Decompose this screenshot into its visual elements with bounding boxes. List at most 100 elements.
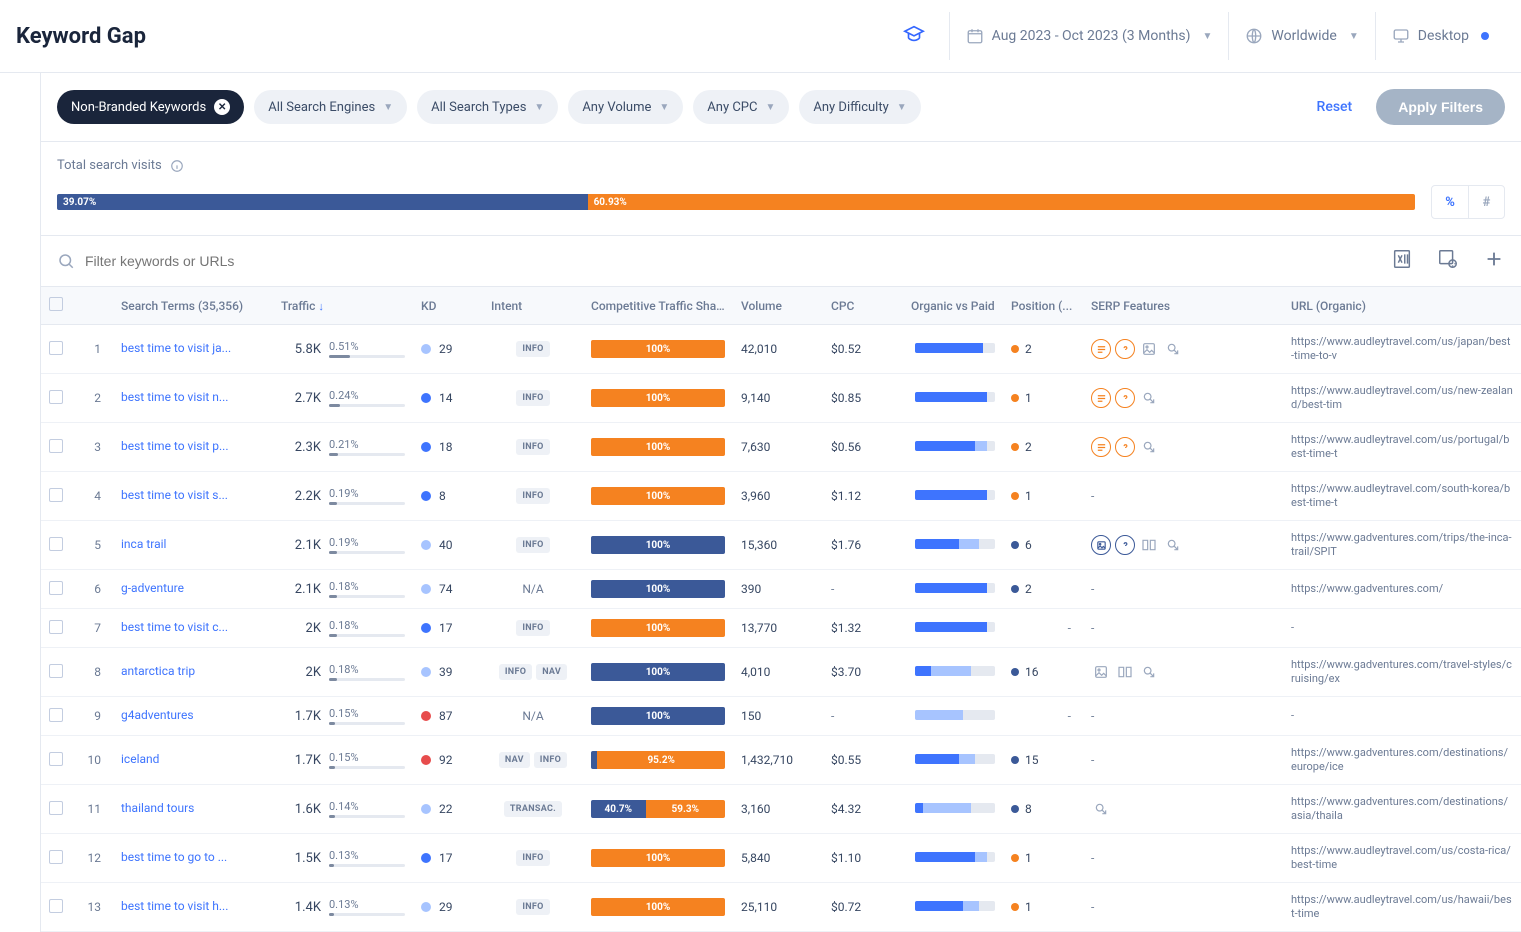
row-checkbox[interactable] xyxy=(49,708,63,722)
position-dot xyxy=(1011,541,1019,549)
ovp-bar xyxy=(915,392,995,402)
traffic-header[interactable]: Traffic ↓ xyxy=(273,287,413,325)
keyword-link[interactable]: best time to visit n... xyxy=(121,390,228,404)
keyword-search-input[interactable] xyxy=(85,253,405,269)
chevron-down-icon: ▼ xyxy=(1202,31,1212,42)
traffic-value: 1.5K xyxy=(281,851,321,866)
keyword-link[interactable]: best time to go to ... xyxy=(121,850,227,864)
filter-chip[interactable]: Non-Branded Keywords✕ xyxy=(57,90,244,124)
row-checkbox[interactable] xyxy=(49,341,63,355)
keyword-link[interactable]: antarctica trip xyxy=(121,664,195,678)
traffic-value: 2.1K xyxy=(281,538,321,553)
row-checkbox[interactable] xyxy=(49,620,63,634)
cts-bar: 100% xyxy=(591,663,725,681)
intent-header[interactable]: Intent xyxy=(483,287,583,325)
keyword-link[interactable]: best time to visit h... xyxy=(121,899,228,913)
keyword-link[interactable]: best time to visit ja... xyxy=(121,341,231,355)
traffic-pct: 0.13% xyxy=(329,898,405,911)
row-checkbox[interactable] xyxy=(49,488,63,502)
keyword-link[interactable]: thailand tours xyxy=(121,801,194,815)
position-cell: 6 xyxy=(1011,538,1075,552)
row-checkbox[interactable] xyxy=(49,850,63,864)
region-label: Worldwide xyxy=(1271,28,1336,44)
keyword-link[interactable]: g-adventure xyxy=(121,581,184,595)
position-dot xyxy=(1011,756,1019,764)
cpc-header[interactable]: CPC xyxy=(823,287,903,325)
table-row: 9g4adventures 1.7K 0.15% 87N/A100%150---… xyxy=(41,697,1521,736)
intent-tag: NAV xyxy=(499,752,530,768)
kd-cell: 8 xyxy=(421,489,475,503)
graduation-icon[interactable] xyxy=(903,23,925,49)
kd-header[interactable]: KD xyxy=(413,287,483,325)
intent-cell: TRANSAC. xyxy=(491,801,575,817)
info-icon[interactable] xyxy=(170,159,184,173)
position-cell: 1 xyxy=(1011,489,1075,503)
ovp-header[interactable]: Organic vs Paid xyxy=(903,287,1003,325)
row-index: 4 xyxy=(77,472,113,521)
traffic-cell: 1.4K 0.13% xyxy=(281,898,405,916)
row-checkbox[interactable] xyxy=(49,752,63,766)
keyword-link[interactable]: best time to visit p... xyxy=(121,439,229,453)
device-selector[interactable]: Desktop xyxy=(1375,12,1505,60)
keyword-link[interactable]: iceland xyxy=(121,752,159,766)
filter-chip[interactable]: Any CPC▼ xyxy=(693,90,789,124)
search-terms-header[interactable]: Search Terms (35,356) xyxy=(113,287,273,325)
url-value: https://www.audleytravel.com/us/costa-ri… xyxy=(1291,844,1513,872)
traffic-cell: 5.8K 0.51% xyxy=(281,340,405,358)
serp-cell: - xyxy=(1091,709,1275,723)
keyword-link[interactable]: best time to visit c... xyxy=(121,620,228,634)
select-all-checkbox[interactable] xyxy=(49,297,63,311)
kd-value: 29 xyxy=(439,342,453,356)
row-checkbox[interactable] xyxy=(49,899,63,913)
page-title: Keyword Gap xyxy=(16,24,146,49)
region-selector[interactable]: Worldwide ▼ xyxy=(1228,12,1374,60)
row-checkbox[interactable] xyxy=(49,664,63,678)
reset-button[interactable]: Reset xyxy=(1317,99,1353,115)
ovp-bar xyxy=(915,583,995,593)
kd-cell: 17 xyxy=(421,851,475,865)
cts-bar: 100% xyxy=(591,707,725,725)
filter-chip[interactable]: All Search Types▼ xyxy=(417,90,558,124)
chip-close-icon[interactable]: ✕ xyxy=(214,99,230,115)
row-checkbox[interactable] xyxy=(49,439,63,453)
traffic-value: 1.4K xyxy=(281,900,321,915)
traffic-cell: 2.7K 0.24% xyxy=(281,389,405,407)
position-header[interactable]: Position (... xyxy=(1003,287,1083,325)
row-checkbox[interactable] xyxy=(49,537,63,551)
serp-cell xyxy=(1091,662,1275,682)
row-checkbox[interactable] xyxy=(49,801,63,815)
ovp-bar xyxy=(915,539,995,549)
serp-header[interactable]: SERP Features xyxy=(1083,287,1283,325)
traffic-cell: 2K 0.18% xyxy=(281,663,405,681)
index-header xyxy=(77,287,113,325)
kd-dot xyxy=(421,667,431,677)
row-index: 10 xyxy=(77,736,113,785)
export-excel-icon[interactable] xyxy=(1391,248,1413,274)
date-range-selector[interactable]: Aug 2023 - Oct 2023 (3 Months) ▼ xyxy=(949,12,1229,60)
keyword-link[interactable]: inca trail xyxy=(121,537,166,551)
cts-header[interactable]: Competitive Traffic Share xyxy=(583,287,733,325)
toggle-percent[interactable]: % xyxy=(1432,186,1468,218)
volume-header[interactable]: Volume xyxy=(733,287,823,325)
row-checkbox[interactable] xyxy=(49,581,63,595)
row-checkbox[interactable] xyxy=(49,390,63,404)
filter-chip[interactable]: Any Volume▼ xyxy=(568,90,683,124)
add-column-icon[interactable] xyxy=(1483,248,1505,274)
filter-chip[interactable]: All Search Engines▼ xyxy=(254,90,407,124)
url-header[interactable]: URL (Organic) xyxy=(1283,287,1521,325)
apply-filters-button[interactable]: Apply Filters xyxy=(1376,89,1505,125)
position-cell: 2 xyxy=(1011,342,1075,356)
url-value: https://www.gadventures.com/destinations… xyxy=(1291,795,1513,823)
row-index: 7 xyxy=(77,609,113,648)
table-settings-icon[interactable] xyxy=(1437,248,1459,274)
table-row: 12best time to go to ... 1.5K 0.13% 17IN… xyxy=(41,834,1521,883)
toggle-number[interactable]: # xyxy=(1468,186,1504,218)
chip-label: All Search Engines xyxy=(268,100,375,115)
keyword-link[interactable]: best time to visit s... xyxy=(121,488,228,502)
keyword-link[interactable]: g4adventures xyxy=(121,708,194,722)
traffic-value: 2K xyxy=(281,621,321,636)
cts-bar: 100% xyxy=(591,389,725,407)
chevron-down-icon: ▼ xyxy=(659,102,669,113)
row-index: 11 xyxy=(77,785,113,834)
filter-chip[interactable]: Any Difficulty▼ xyxy=(799,90,920,124)
